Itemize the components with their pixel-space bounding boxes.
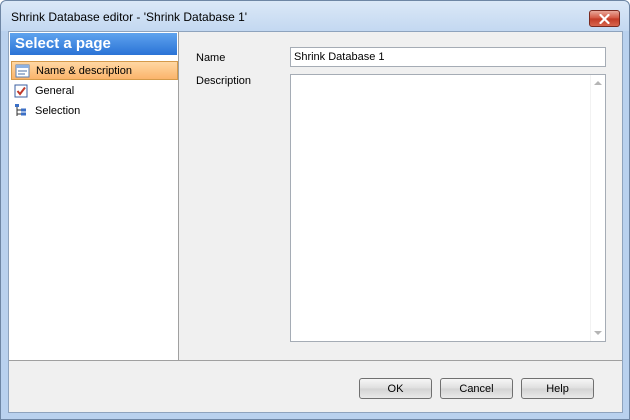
- cancel-button[interactable]: Cancel: [440, 378, 513, 399]
- description-textarea[interactable]: [290, 74, 606, 342]
- description-label: Description: [196, 75, 252, 87]
- close-button[interactable]: [589, 10, 620, 27]
- title-bar[interactable]: Shrink Database editor - 'Shrink Databas…: [1, 1, 629, 31]
- description-scrollbar[interactable]: [590, 75, 605, 341]
- panel-header: Select a page: [10, 33, 177, 55]
- footer-divider: [9, 360, 622, 361]
- sidebar-item-general[interactable]: General: [11, 81, 178, 100]
- dialog-window: Shrink Database editor - 'Shrink Databas…: [0, 0, 630, 420]
- scroll-up-arrow-icon[interactable]: [594, 81, 602, 85]
- sidebar-item-name-description[interactable]: Name & description: [11, 61, 178, 80]
- ok-button[interactable]: OK: [359, 378, 432, 399]
- name-description-icon: [14, 63, 30, 79]
- help-button[interactable]: Help: [521, 378, 594, 399]
- selection-tree-icon: [13, 103, 29, 119]
- name-label: Name: [196, 52, 226, 64]
- sidebar-item-selection[interactable]: Selection: [11, 101, 178, 120]
- page-selector-panel: Select a page Name & description General…: [9, 32, 179, 360]
- dialog-client-area: Select a page Name & description General…: [8, 31, 623, 413]
- sidebar-item-label: General: [35, 84, 75, 97]
- general-checkbox-icon: [13, 83, 29, 99]
- scroll-down-arrow-icon[interactable]: [594, 331, 602, 335]
- page-content: Name Description: [179, 32, 622, 360]
- sidebar-item-label: Name & description: [36, 64, 132, 77]
- sidebar-item-label: Selection: [35, 104, 81, 117]
- window-title: Shrink Database editor - 'Shrink Databas…: [11, 10, 248, 24]
- name-input[interactable]: [290, 47, 606, 67]
- close-icon: [599, 13, 610, 24]
